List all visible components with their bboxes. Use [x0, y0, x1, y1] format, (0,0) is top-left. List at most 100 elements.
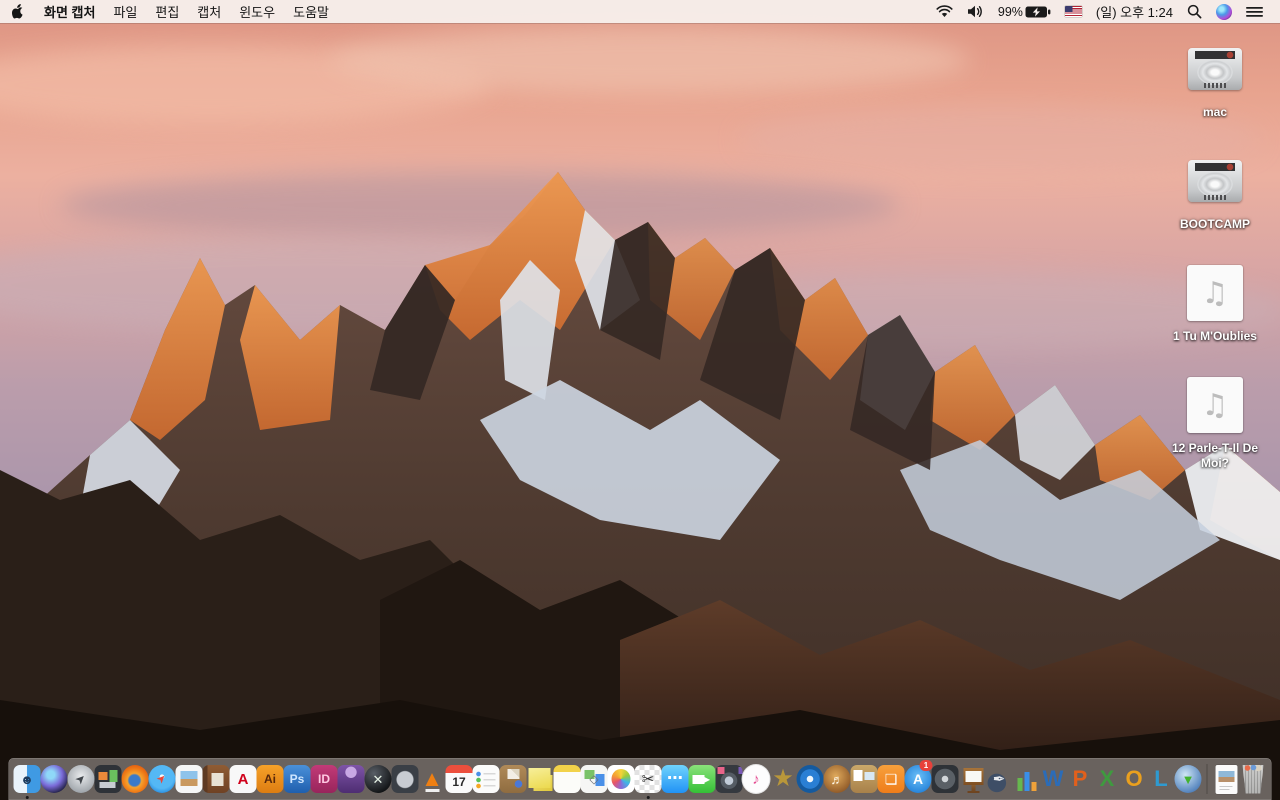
dock-preview-icon[interactable] — [175, 758, 203, 800]
ibooks-glyph: ❏ — [884, 771, 898, 787]
dock-separator — [1206, 764, 1208, 794]
dock-indesign-icon[interactable]: ID — [310, 758, 338, 800]
app-store-glyph: A — [912, 771, 924, 787]
menu-item-3[interactable]: 캡처 — [188, 0, 230, 23]
dock-trash-icon[interactable] — [1240, 758, 1267, 800]
dock-keynote-icon[interactable] — [958, 758, 986, 800]
dock-photo-booth-icon[interactable] — [715, 758, 743, 800]
battery-charging-icon — [1025, 6, 1051, 17]
indesign-icon: ID — [310, 765, 338, 793]
itunes-glyph: ♪ — [752, 770, 760, 788]
dvd-player-icon — [931, 765, 959, 793]
wifi-menu[interactable] — [929, 0, 960, 23]
dock-dvd-player-icon[interactable] — [931, 758, 959, 800]
illustrator-icon: Ai — [256, 765, 284, 793]
dock-stickies-icon[interactable] — [526, 758, 554, 800]
dock-acrobat-reader-icon[interactable]: A — [229, 758, 257, 800]
drive-mac[interactable]: mac — [1156, 38, 1274, 150]
dock-facetime-icon[interactable]: ▸ — [688, 758, 716, 800]
grab-screen-capture-icon: ✂ — [634, 765, 662, 793]
grab-screen-capture-glyph: ✂ — [641, 770, 655, 788]
menu-item-2[interactable]: 편집 — [146, 0, 188, 23]
dock-grab-screen-capture-icon[interactable]: ✂ — [634, 758, 662, 800]
volume-icon — [967, 5, 982, 18]
desktop-icon-label: 1 Tu M'Oublies — [1173, 329, 1257, 343]
facetime-glyph: ▸ — [703, 772, 711, 786]
dock-app-store-icon[interactable]: A1 — [904, 758, 933, 800]
input-source-menu[interactable] — [1058, 0, 1089, 23]
dock-mail-package-icon[interactable] — [499, 758, 527, 800]
dock-numbers-icon[interactable] — [1012, 758, 1040, 800]
dock-disk-gauge-icon[interactable] — [391, 758, 419, 800]
dock-launchpad-icon[interactable]: ➤ — [67, 758, 95, 800]
dock-mission-control-icon[interactable] — [94, 758, 122, 800]
dock-document-file-icon[interactable] — [1213, 758, 1240, 800]
dock-globe-downloader-icon[interactable]: ▼ — [1174, 758, 1202, 800]
dock-firefox-icon[interactable] — [121, 758, 149, 800]
diagram-compass-icon: ◇ — [580, 765, 608, 793]
stickies-icon — [526, 765, 554, 793]
desktop-icon-label: BOOTCAMP — [1180, 217, 1250, 231]
dock-pages-icon[interactable]: ✒ — [985, 758, 1013, 800]
dock-photos-icon[interactable] — [607, 758, 635, 800]
dock-quicksilver-icon[interactable]: ✕ — [364, 758, 392, 800]
menu-clock[interactable]: (일) 오후 1:24 — [1089, 0, 1180, 23]
drive-bootcamp[interactable]: BOOTCAMP — [1156, 150, 1274, 262]
safari-glyph: ➤ — [154, 771, 170, 787]
dock-safari-icon[interactable]: ➤ — [148, 758, 176, 800]
vlc-glyph: ▲ — [421, 766, 443, 791]
spotlight-menu[interactable] — [1180, 0, 1209, 23]
menu-bar: 화면 캡처 파일 편집 캡처 윈도우 도움말 99% (일) 오후 1:24 — [0, 0, 1280, 23]
audio-file-1[interactable]: ♫ 1 Tu M'Oublies — [1156, 262, 1274, 374]
dock-imovie-icon[interactable]: ★ — [770, 758, 797, 800]
diagram-compass-glyph: ◇ — [589, 772, 599, 786]
dock-ms-word-icon[interactable]: W — [1040, 758, 1067, 800]
dock-ms-powerpoint-icon[interactable]: P — [1067, 758, 1094, 800]
facetime-icon: ▸ — [688, 765, 716, 793]
dock-illustrator-icon[interactable]: Ai — [256, 758, 284, 800]
calendar-glyph: 17 — [452, 775, 466, 789]
dock-ms-lync-icon[interactable]: L — [1148, 758, 1175, 800]
apple-icon — [12, 4, 23, 19]
dock-messages-icon[interactable]: ⋯ — [661, 758, 689, 800]
battery-menu[interactable]: 99% — [991, 0, 1058, 23]
audio-file-12[interactable]: ♫ 12 Parle-T-Il De Moi? — [1156, 374, 1274, 486]
menu-item-4[interactable]: 윈도우 — [230, 0, 284, 23]
dock-ms-outlook-icon[interactable]: O — [1121, 758, 1148, 800]
dock-photoshop-icon[interactable]: Ps — [283, 758, 311, 800]
dock-itunes-icon[interactable]: ♪ — [742, 758, 770, 800]
dock-ms-excel-icon[interactable]: X — [1094, 758, 1121, 800]
us-flag-icon — [1064, 6, 1082, 17]
apple-menu[interactable] — [0, 0, 35, 23]
dock-ibooks-icon[interactable]: ❏ — [877, 758, 905, 800]
menu-item-1[interactable]: 파일 — [104, 0, 146, 23]
dock-diagram-compass-icon[interactable]: ◇ — [580, 758, 608, 800]
ms-outlook-glyph: O — [1125, 766, 1143, 791]
dock-notepad-icon[interactable] — [553, 758, 581, 800]
dock-corkboard-icon[interactable] — [850, 758, 878, 800]
dock-finder-icon[interactable]: ☻ — [13, 758, 41, 800]
dock-siri-icon[interactable] — [40, 758, 68, 800]
dock-vlc-icon[interactable]: ▲ — [418, 758, 446, 800]
active-app-name[interactable]: 화면 캡처 — [35, 0, 104, 23]
menu-item-5[interactable]: 도움말 — [284, 0, 338, 23]
app-store-badge: 1 — [919, 760, 933, 771]
corkboard-icon — [850, 765, 878, 793]
dock-toast-icon[interactable] — [337, 758, 365, 800]
dock-garageband-icon[interactable]: ♬ — [823, 758, 851, 800]
battery-percent: 99% — [997, 4, 1023, 19]
ms-lync-icon: L — [1148, 765, 1175, 793]
globe-downloader-glyph: ▼ — [1181, 771, 1195, 787]
siri-menu[interactable] — [1209, 0, 1239, 23]
hard-drive-icon — [1188, 150, 1242, 212]
imovie-glyph: ★ — [772, 765, 794, 792]
siri-icon — [40, 765, 68, 793]
dock-calendar-icon[interactable]: 17 — [445, 758, 473, 800]
disk-gauge-icon — [391, 765, 419, 793]
notification-center-menu[interactable] — [1239, 0, 1270, 23]
dock-reminders-icon[interactable] — [472, 758, 500, 800]
dock-contacts-book-icon[interactable] — [202, 758, 230, 800]
volume-menu[interactable] — [960, 0, 991, 23]
menu-list: 파일 편집 캡처 윈도우 도움말 — [104, 0, 338, 23]
dock-idvd-icon[interactable] — [796, 758, 824, 800]
